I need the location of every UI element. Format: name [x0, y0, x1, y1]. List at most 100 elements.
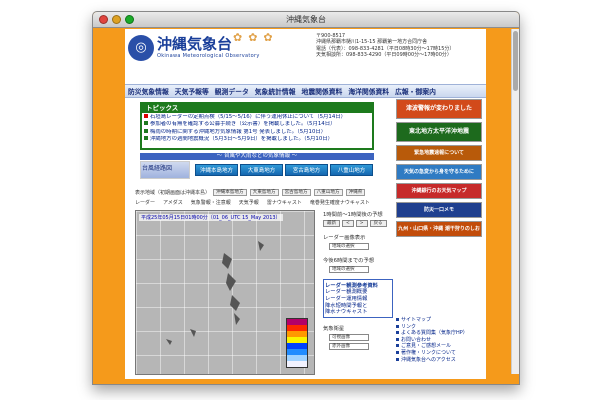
- control-block: レーダー画像表示 地域の選択: [323, 233, 393, 250]
- banner-memo[interactable]: 防災一口メモ: [396, 202, 482, 218]
- radar-map[interactable]: 平成25年05月15日01時00分（01_06_UTC 15_May 2013）: [135, 210, 315, 375]
- weather-info-banner: 〜 台風や大雨などの気象情報 〜: [140, 153, 374, 160]
- bullet-icon: [396, 350, 399, 354]
- bullet-icon: [144, 128, 148, 133]
- region-tab-okinawa-main[interactable]: 沖縄本島地方: [195, 164, 238, 176]
- forecast-range-label: 1時間前〜1時間後の予想: [323, 212, 383, 218]
- nav-item-disaster-info[interactable]: 防災気象情報: [125, 86, 172, 96]
- site-header: ◎ 沖縄気象台 Okinawa Meteorological Observato…: [125, 29, 486, 79]
- topics-box: トピックス 石垣島レーダーの定期点検（5/15〜5/16）に伴う運用休止について…: [140, 102, 374, 150]
- island-shape: [234, 313, 240, 325]
- topic-item[interactable]: 参加者の有無を確認する公募手続き（公示書）を掲載しました。（5月14日）: [144, 121, 370, 128]
- island-shape: [190, 329, 196, 337]
- link-item[interactable]: サイトマップ: [396, 317, 482, 324]
- footer-links: サイトマップ リンク よくある質問集（気象庁HP） お問い合わせ ご意見・ご感想…: [396, 317, 482, 363]
- jma-logo-icon[interactable]: ◎: [128, 35, 154, 61]
- forecast-6h-label: 今後6時間までの予想: [323, 258, 375, 264]
- nav-item-forecast[interactable]: 天気予報等: [172, 86, 212, 96]
- island-shape: [258, 241, 264, 251]
- banner-eew[interactable]: 緊急地震速報について: [396, 145, 482, 161]
- menu-item-radar[interactable]: レーダー: [135, 199, 155, 206]
- banner-shiohigari[interactable]: 九州・山口県・沖縄 潮干狩りのしおり: [396, 221, 482, 246]
- nav-item-observation[interactable]: 観測データ: [212, 86, 252, 96]
- browser-window: 沖縄気象台 ◎ 沖縄気象台 Okinawa Meteorological Obs…: [92, 11, 520, 385]
- nav-item-earthquake[interactable]: 地震関係資料: [299, 86, 346, 96]
- time-buttons: 最新 < > 戻る: [323, 220, 393, 227]
- right-banners: 津波警報が変わりました 東北地方太平洋沖地震 緊急地震速報について 天気の急変か…: [396, 99, 482, 246]
- nav-item-public-relations[interactable]: 広報・御案内: [392, 86, 439, 96]
- radar-ref-title: レーダー観測参考資料: [325, 283, 378, 289]
- bullet-icon: [396, 337, 399, 341]
- menu-item-thunder[interactable]: 雷ナウキャスト: [267, 199, 302, 206]
- bullet-icon: [144, 136, 148, 141]
- map-timestamp: 平成25年05月15日01時00分（01_06_UTC 15_May 2013）: [139, 214, 283, 221]
- area-button[interactable]: 沖縄本島地方: [213, 189, 247, 196]
- radar-controls: 1時間前〜1時間後の予想 最新 < > 戻る レーダー画像表示 地域の選択 今後…: [323, 210, 393, 356]
- menu-item-forecast[interactable]: 天気予報: [239, 199, 259, 206]
- area-button[interactable]: 沖縄県: [345, 189, 366, 196]
- area-button[interactable]: 宮古島地方: [281, 189, 311, 196]
- region-tabs: 沖縄本島地方 大東島地方 宮古島地方 八重山地方: [195, 164, 373, 176]
- link-item[interactable]: よくある質問集（気象庁HP）: [396, 330, 482, 337]
- area-button[interactable]: 八重山地方: [313, 189, 343, 196]
- region-select[interactable]: 地域の選択: [329, 243, 369, 250]
- radar-reference-box: レーダー観測参考資料 レーダー観測概要 レーダー運用情報 降水短時間予報と 降水…: [323, 279, 393, 319]
- site-subtitle: Okinawa Meteorological Observatory: [157, 53, 260, 59]
- satellite-select[interactable]: 可視画像: [329, 334, 369, 342]
- prev-button[interactable]: <: [342, 220, 354, 227]
- area-button[interactable]: 大東島地方: [249, 189, 279, 196]
- bullet-icon: [396, 344, 399, 348]
- radar-ref-link[interactable]: 降水ナウキャスト: [325, 309, 391, 316]
- shisa-decoration-icon: ✿✿✿: [233, 31, 279, 44]
- topics-heading: トピックス: [142, 104, 372, 113]
- radar-ref-link[interactable]: レーダー観測概要: [325, 289, 391, 296]
- topic-item[interactable]: 石垣島レーダーの定期点検（5/15〜5/16）に伴う運用休止について（5月14日…: [144, 114, 370, 121]
- typhoon-track-link[interactable]: 台風経路図: [140, 161, 190, 179]
- bullet-icon: [144, 121, 148, 126]
- island-shape: [166, 339, 172, 345]
- banner-weather[interactable]: 天気の急変から身を守るために: [396, 164, 482, 180]
- data-type-menu: レーダー アメダス 気象警報・注意報 天気予報 雷ナウキャスト 竜巻発生確度ナウ…: [135, 199, 370, 206]
- site-title[interactable]: 沖縄気象台: [157, 33, 232, 54]
- topic-item[interactable]: 沖縄地方の週間地震概況（5月3日〜5月9日）を掲載しました。（5月10日）: [144, 136, 370, 143]
- radar-display-label: レーダー画像表示: [323, 235, 366, 241]
- area-select-label: 表示地域（初期画面は沖縄本島）: [135, 190, 211, 196]
- window-title: 沖縄気象台: [286, 15, 326, 24]
- latest-button[interactable]: 最新: [323, 220, 340, 227]
- area-select-row: 表示地域（初期画面は沖縄本島） 沖縄本島地方 大東島地方 宮古島地方 八重山地方…: [135, 189, 366, 196]
- bullet-icon: [396, 324, 399, 328]
- control-block: 1時間前〜1時間後の予想 最新 < > 戻る: [323, 210, 393, 227]
- island-shape: [230, 295, 240, 311]
- contact-line: 天気相談所：098-833-4290（平日09時00分〜17時00分）: [316, 52, 452, 59]
- rain-legend: [286, 318, 308, 368]
- scrollbar-thumb[interactable]: [513, 31, 518, 91]
- region-tab-miyako[interactable]: 宮古島地方: [285, 164, 328, 176]
- menu-item-warnings[interactable]: 気象警報・注意報: [191, 199, 231, 206]
- link-item[interactable]: 著作権・リンクについて: [396, 350, 482, 357]
- back-button[interactable]: 戻る: [369, 220, 387, 227]
- link-item[interactable]: ご意見・ご感想メール: [396, 343, 482, 350]
- contact-info: 〒900-8517 沖縄県那覇市樋川1-15-15 那覇第一地方合同庁舎 電話（…: [316, 33, 486, 59]
- bullet-icon: [396, 357, 399, 361]
- island-shape: [222, 253, 232, 269]
- region-tab-daito[interactable]: 大東島地方: [240, 164, 283, 176]
- menu-item-amedas[interactable]: アメダス: [163, 199, 183, 206]
- link-item[interactable]: 沖縄気象台へのアクセス: [396, 357, 482, 364]
- title-bar: 沖縄気象台: [93, 12, 519, 28]
- banner-tsunami[interactable]: 津波警報が変わりました: [396, 99, 482, 119]
- menu-item-tornado[interactable]: 竜巻発生確度ナウキャスト: [310, 199, 370, 206]
- radar-ref-link[interactable]: レーダー運用情報: [325, 296, 391, 303]
- satellite-select[interactable]: 赤外画像: [329, 343, 369, 351]
- topic-item[interactable]: 梅雨の時期に関する沖縄地方気象情報 第1号 発表しました。（5月10日）: [144, 128, 370, 136]
- banner-bank[interactable]: 沖縄銀行のお天気マップ: [396, 183, 482, 199]
- nav-item-statistics[interactable]: 気象統計情報: [252, 86, 299, 96]
- bullet-icon: [396, 331, 399, 335]
- next-button[interactable]: >: [355, 220, 368, 227]
- control-block: 今後6時間までの予想 地域の選択: [323, 256, 393, 273]
- bullet-icon: [396, 318, 399, 321]
- region-tab-yaeyama[interactable]: 八重山地方: [330, 164, 373, 176]
- vertical-scrollbar[interactable]: [511, 29, 519, 374]
- nav-item-ocean[interactable]: 海洋関係資料: [345, 86, 392, 96]
- banner-tohoku[interactable]: 東北地方太平洋沖地震: [396, 122, 482, 142]
- region-select[interactable]: 地域の選択: [329, 266, 369, 273]
